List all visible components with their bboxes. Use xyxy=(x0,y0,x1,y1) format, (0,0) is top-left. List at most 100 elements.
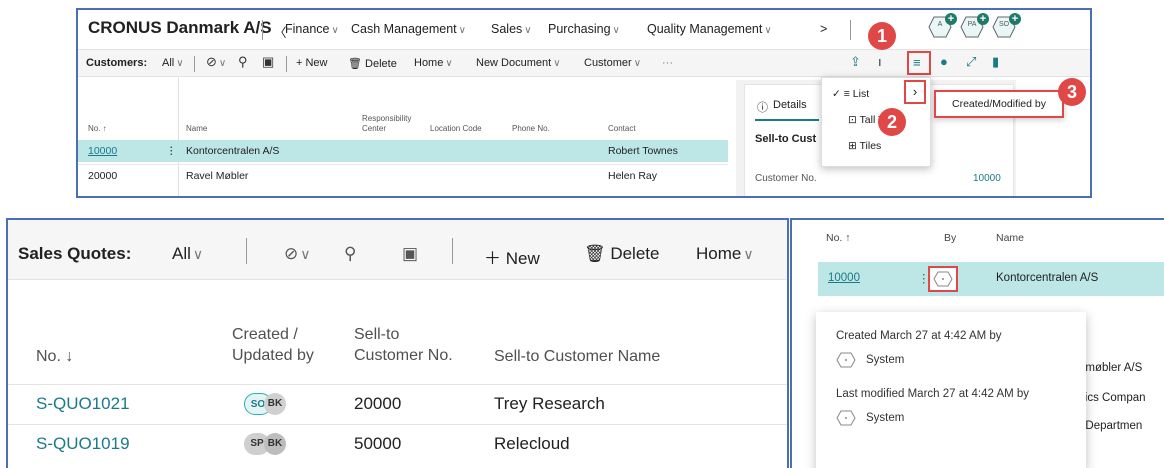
callout-3: 3 xyxy=(1058,78,1086,106)
chevron-down-icon: ∨ xyxy=(743,246,754,262)
row-no-link[interactable]: 10000 xyxy=(828,272,860,284)
chevron-down-icon: ∨ xyxy=(524,25,532,36)
chevron-down-icon: ∨ xyxy=(218,58,227,69)
menu-item-list[interactable]: ✓ ≡ List xyxy=(832,88,869,100)
created-modified-tooltip: Created March 27 at 4:42 AM by System La… xyxy=(816,312,1086,468)
chevron-down-icon: ∨ xyxy=(176,58,184,69)
col-header-responsibility[interactable]: Responsibility Center xyxy=(362,114,422,134)
chevron-down-icon: ∨ xyxy=(192,246,204,262)
quote-no-link[interactable]: S-QUO1021 xyxy=(36,394,130,414)
home-label: Home xyxy=(414,57,444,69)
customer-menu[interactable]: Customer ∨ xyxy=(584,57,641,69)
list-view-button[interactable]: ≡ xyxy=(907,51,931,75)
updated-by-chip[interactable]: BK xyxy=(264,393,286,415)
created-by-badge[interactable] xyxy=(928,266,958,292)
customer-label: Customer xyxy=(584,57,632,69)
role-badge-a[interactable]: A + xyxy=(928,13,957,38)
role-badge-so[interactable]: SO + xyxy=(992,13,1021,38)
chevron-down-icon: ∨ xyxy=(445,58,453,69)
col-header-sell-to-no[interactable]: Sell-to Customer No. xyxy=(354,324,453,366)
chevron-down-icon: ∨ xyxy=(764,25,772,36)
info-icon[interactable]: ● xyxy=(940,54,948,69)
nav-quality-management[interactable]: Quality Management ∨ xyxy=(647,22,772,36)
home-menu[interactable]: Home ∨ xyxy=(414,57,453,69)
submenu-expand-chevron[interactable]: › xyxy=(904,80,926,104)
analysis-icon[interactable]: ⊘ ∨ xyxy=(206,54,226,70)
col-header-contact[interactable]: Contact xyxy=(608,124,636,134)
delete-label: Delete xyxy=(610,244,660,263)
col-header-no[interactable]: No. ↑ xyxy=(826,232,851,244)
customers-panel: CRONUS Danmark A/S 〈 Finance ∨ Cash Manag… xyxy=(76,8,1092,198)
new-label: New xyxy=(505,249,540,268)
chevron-down-icon: ∨ xyxy=(553,58,561,69)
customer-no-value[interactable]: 10000 xyxy=(973,173,1001,184)
col-header-created-by[interactable]: Created / Updated by xyxy=(232,324,314,366)
col-header-name[interactable]: Name xyxy=(186,124,207,134)
col-header-no[interactable]: No. ↑ xyxy=(88,124,107,134)
table-row[interactable]: S-QUO1019 SP BK 50000 Relecloud xyxy=(8,424,787,464)
home-menu[interactable]: Home ∨ xyxy=(696,244,754,264)
analysis-icon[interactable]: ⊘ ∨ xyxy=(284,244,311,264)
filter-all-dropdown[interactable]: All ∨ xyxy=(162,57,184,69)
row-no-link[interactable]: 10000 xyxy=(88,145,117,157)
chevron-down-icon: ∨ xyxy=(458,25,466,36)
delete-button[interactable]: 🗑 Delete xyxy=(348,57,397,70)
page-label: Sales Quotes: xyxy=(18,244,132,263)
nav-more-button[interactable]: > xyxy=(820,22,827,36)
row-contact: Robert Townes xyxy=(608,145,678,157)
new-button[interactable]: + New xyxy=(296,57,328,69)
checkmark-icon: ✓ xyxy=(832,88,844,100)
modified-text: Last modified March 27 at 4:42 AM by xyxy=(836,388,1030,400)
share-icon[interactable]: ⇪ xyxy=(850,54,861,70)
col-header-no[interactable]: No. ↓ xyxy=(36,346,73,367)
tall-tiles-icon: ⊡ xyxy=(848,114,860,126)
search-icon[interactable]: ⚲ xyxy=(344,244,356,264)
list-icon: ≡ xyxy=(843,88,853,100)
created-modified-submenu[interactable]: Created/Modified by xyxy=(934,90,1064,118)
nav-purchasing[interactable]: Purchasing ∨ xyxy=(548,22,620,36)
expand-icon[interactable]: ⤢ xyxy=(966,54,976,70)
new-label: New xyxy=(305,57,328,69)
search-icon[interactable]: ⚲ xyxy=(238,54,248,70)
lock-icon[interactable]: ı xyxy=(878,54,882,69)
col-header-name[interactable]: Name xyxy=(996,232,1024,244)
nav-purchasing-label: Purchasing xyxy=(548,22,611,36)
delete-button[interactable]: 🗑 Delete xyxy=(584,244,659,264)
menu-item-tiles[interactable]: ⊞ Tiles xyxy=(848,140,881,152)
bookmark-icon[interactable]: ▮ xyxy=(992,54,999,70)
hexagon-icon xyxy=(933,271,953,287)
modified-user: System xyxy=(866,412,905,424)
table-row[interactable]: 10000 ⋮ Kontorcentralen A/S xyxy=(818,262,1164,296)
col-header-phone[interactable]: Phone No. xyxy=(512,124,550,134)
filter-pane-icon[interactable]: ▣ xyxy=(262,54,274,70)
more-options-button[interactable]: ··· xyxy=(662,57,673,69)
updated-by-chip[interactable]: BK xyxy=(264,433,286,455)
menu-tiles-label: Tiles xyxy=(859,140,882,152)
row-no[interactable]: 20000 xyxy=(88,170,117,182)
col-header-by[interactable]: By xyxy=(944,232,956,244)
nav-sales[interactable]: Sales ∨ xyxy=(491,22,532,36)
nav-finance[interactable]: Finance ∨ xyxy=(285,22,339,36)
factbox-tab-details[interactable]: Details xyxy=(773,99,807,111)
add-icon: + xyxy=(945,13,957,25)
table-row[interactable]: 20000 Ravel Møbler Helen Ray xyxy=(78,164,728,186)
hexagon-icon xyxy=(836,410,856,426)
col-header-location[interactable]: Location Code xyxy=(430,124,482,134)
quote-no-link[interactable]: S-QUO1019 xyxy=(36,434,130,454)
role-badge-pa[interactable]: PA + xyxy=(960,13,989,38)
company-name[interactable]: CRONUS Danmark A/S xyxy=(88,18,272,38)
new-document-menu[interactable]: New Document ∨ xyxy=(476,57,561,69)
filter-all-dropdown[interactable]: All ∨ xyxy=(172,244,203,264)
filter-label: All xyxy=(172,244,191,263)
filter-pane-icon[interactable]: ▣ xyxy=(402,244,418,264)
created-user: System xyxy=(866,354,905,366)
table-row[interactable]: S-QUO1021 SO BK 20000 Trey Research xyxy=(8,384,787,424)
tiles-icon: ⊞ xyxy=(848,140,860,152)
col-header-sell-to-name[interactable]: Sell-to Customer Name xyxy=(494,346,660,367)
table-row[interactable]: 10000 ⋮ Kontorcentralen A/S Robert Towne… xyxy=(78,140,728,162)
sales-quotes-panel: Sales Quotes: All ∨ ⊘ ∨ ⚲ ▣ ＋ New 🗑 Delete… xyxy=(6,218,789,468)
nav-cash-management[interactable]: Cash Management ∨ xyxy=(351,22,466,36)
new-button[interactable]: ＋ New xyxy=(484,244,540,269)
customers-toolbar: Customers: All ∨ ⊘ ∨ ⚲ ▣ + New 🗑 Delete Ho… xyxy=(78,49,1090,77)
row-actions-icon[interactable]: ⋮ xyxy=(166,145,177,157)
